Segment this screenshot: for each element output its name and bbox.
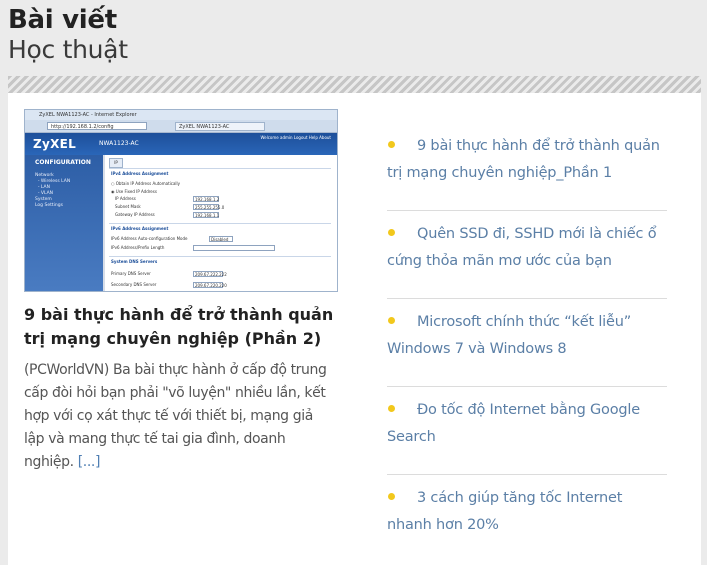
featured-thumbnail[interactable]: ZyXEL NWA1123-AC - Internet Explorer htt… [24,109,338,292]
browser-toolbar: http://192.168.1.2/config ZyXEL NWA1123-… [25,120,337,133]
router-tab: IP [109,158,123,168]
ip-field: 192.168.1.2 [193,196,220,202]
related-article-link[interactable]: Quên SSD đi, SSHD mới là chiếc ổ cứng th… [387,221,669,275]
related-article-link[interactable]: 9 bài thực hành để trở thành quản trị mạ… [387,133,669,187]
section-title: Bài viết [8,5,117,35]
router-divider [109,256,331,257]
mask-field: 255.255.255.0 [193,204,225,210]
list-item: 9 bài thực hành để trở thành quản trị mạ… [387,123,667,211]
related-article-link[interactable]: Đo tốc độ Internet bằng Google Search [387,397,669,451]
router-content: IP IPv4 Address Assignment ○ Obtain IP A… [105,155,337,291]
section-header: Bài viết Học thuật [8,4,128,64]
browser-tab: ZyXEL NWA1123-AC [175,122,265,131]
router-divider [109,168,331,169]
excerpt-text: (PCWorldVN) Ba bài thực hành ở cấp độ tr… [24,362,327,470]
browser-title: ZyXEL NWA1123-AC - Internet Explorer [25,110,337,120]
dns1-label: Primary DNS Server [111,271,151,276]
ipv6-prefix-field [193,245,275,251]
mask-label: Subnet Mask [115,204,141,209]
gw-field: 192.168.1.1 [193,212,220,218]
router-config-heading: CONFIGURATION [35,159,91,166]
ipv4-heading: IPv4 Address Assignment [111,171,169,176]
opt-auto: ○ Obtain IP Address Automatically [111,181,181,186]
dns2-label: Secondary DNS Server [111,282,157,287]
related-article-link[interactable]: Microsoft chính thức “kết liễu” Windows … [387,309,669,363]
ipv6-heading: IPv6 Address Assignment [111,226,169,231]
content-panel: ZyXEL NWA1123-AC - Internet Explorer htt… [8,93,701,565]
ipv6-auto-select: Disabled [209,236,233,242]
ipv6-auto-label: IPv6 Address Auto-configuration Mode [111,236,188,241]
router-welcome: Welcome admin Logout Help About [260,135,331,140]
router-logo: ZyXEL [33,137,77,151]
router-header: ZyXEL NWA1123-AC Welcome admin Logout He… [25,133,337,155]
related-article-link[interactable]: 3 cách giúp tăng tốc Internet nhanh hơn … [387,485,669,539]
section-subtitle: Học thuật [8,35,128,64]
opt-fixed: ◉ Use Fixed IP Address [111,189,157,194]
list-item: Đo tốc độ Internet bằng Google Search [387,387,667,475]
browser-address: http://192.168.1.2/config [47,122,147,130]
related-articles-list: 9 bài thực hành để trở thành quản trị mạ… [387,123,696,562]
gw-label: Gateway IP Address [115,212,155,217]
dns-heading: System DNS Servers [111,259,158,264]
featured-excerpt: (PCWorldVN) Ba bài thực hành ở cấp độ tr… [24,359,336,474]
ipv6-prefix-label: IPv6 Address/Prefix Length [111,245,165,250]
dns1-field: 209.67.222.222 [193,271,227,277]
router-nav: Network - Wireless LAN - LAN - VLAN Syst… [35,173,71,208]
list-item: Quên SSD đi, SSHD mới là chiếc ổ cứng th… [387,211,667,299]
featured-title-link[interactable]: 9 bài thực hành để trở thành quản trị mạ… [24,303,338,351]
hatched-divider [8,76,701,93]
ip-label: IP Address [115,196,136,201]
list-item: 3 cách giúp tăng tốc Internet nhanh hơn … [387,475,667,562]
dns2-field: 209.67.220.220 [193,282,227,288]
read-more-link[interactable]: [...] [78,454,101,470]
list-item: Microsoft chính thức “kết liễu” Windows … [387,299,667,387]
router-divider [109,223,331,224]
router-sidebar: CONFIGURATION Network - Wireless LAN - L… [25,155,103,291]
router-model: NWA1123-AC [99,140,139,147]
